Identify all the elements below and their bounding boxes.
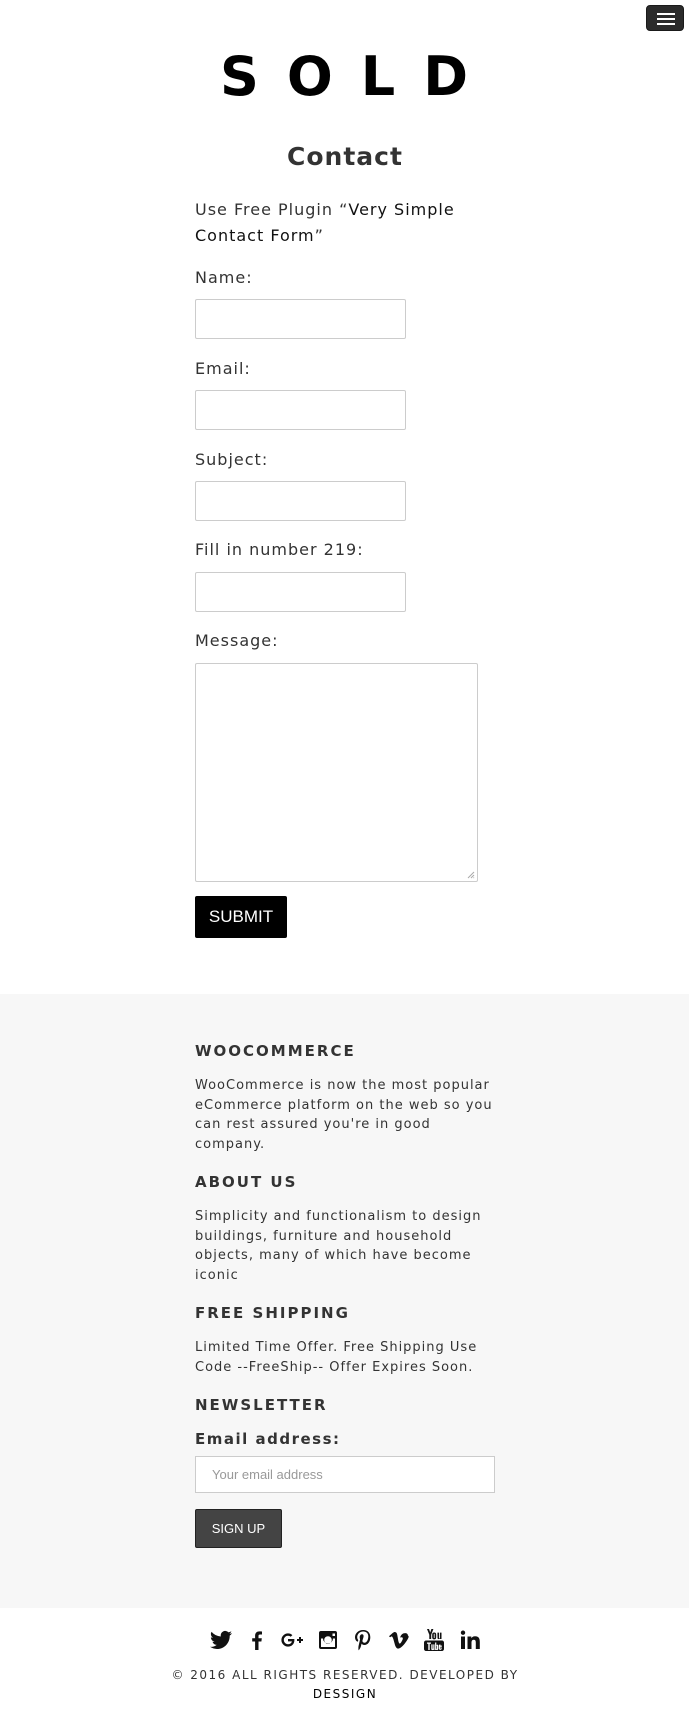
intro-prefix: Use Free Plugin “ — [195, 200, 349, 219]
menu-bar — [657, 18, 675, 20]
captcha-label: Fill in number 219: — [195, 540, 364, 559]
free-shipping-text: Limited Time Offer. Free Shipping Use Co… — [195, 1340, 478, 1375]
name-field[interactable] — [195, 299, 406, 339]
newsletter-email-input[interactable]: Your email address — [195, 1456, 495, 1493]
email-label: Email: — [195, 359, 251, 378]
instagram-icon[interactable] — [315, 1627, 341, 1653]
page-title: Contact — [287, 142, 403, 171]
about-us-text: Simplicity and functionalism to design b… — [195, 1209, 482, 1283]
resize-handle-icon[interactable] — [467, 871, 475, 879]
message-textarea[interactable] — [195, 663, 478, 882]
developer-link[interactable]: DESSIGN — [313, 1687, 377, 1701]
facebook-icon[interactable] — [244, 1627, 270, 1653]
about-us-heading: ABOUT US — [195, 1173, 298, 1191]
free-shipping-heading: FREE SHIPPING — [195, 1304, 350, 1322]
woocommerce-text: WooCommerce is now the most popular eCom… — [195, 1078, 493, 1152]
copyright-prefix: © 2016 ALL RIGHTS RESERVED. DEVELOPED BY — [171, 1668, 519, 1682]
twitter-icon[interactable] — [208, 1627, 234, 1653]
newsletter-email-label: Email address: — [195, 1430, 341, 1448]
logo-text: SOLD — [220, 45, 497, 108]
footer-widgets: WOOCOMMERCE WooCommerce is now the most … — [0, 994, 689, 1608]
google-plus-icon[interactable] — [279, 1627, 305, 1653]
newsletter-heading: NEWSLETTER — [195, 1396, 328, 1414]
youtube-icon[interactable] — [421, 1627, 447, 1653]
pinterest-icon[interactable] — [350, 1627, 376, 1653]
sign-up-button[interactable]: SIGN UP — [195, 1509, 282, 1548]
social-links — [208, 1627, 483, 1653]
copyright-text: © 2016 ALL RIGHTS RESERVED. DEVELOPED BY… — [170, 1666, 520, 1704]
submit-button[interactable]: SUBMIT — [195, 896, 287, 938]
hamburger-menu-button[interactable] — [646, 5, 684, 31]
subject-field[interactable] — [195, 481, 406, 521]
name-label: Name: — [195, 268, 253, 287]
woocommerce-heading: WOOCOMMERCE — [195, 1042, 356, 1060]
intro-text: Use Free Plugin “Very Simple Contact For… — [195, 197, 475, 249]
subject-label: Subject: — [195, 450, 269, 469]
linkedin-icon[interactable] — [457, 1627, 483, 1653]
vimeo-icon[interactable] — [386, 1627, 412, 1653]
message-label: Message: — [195, 631, 279, 650]
menu-bar — [657, 13, 675, 15]
site-logo[interactable]: SOLD — [195, 42, 497, 108]
menu-bar — [657, 23, 675, 25]
intro-suffix: ” — [314, 226, 324, 245]
email-field[interactable] — [195, 390, 406, 430]
captcha-field[interactable] — [195, 572, 406, 612]
